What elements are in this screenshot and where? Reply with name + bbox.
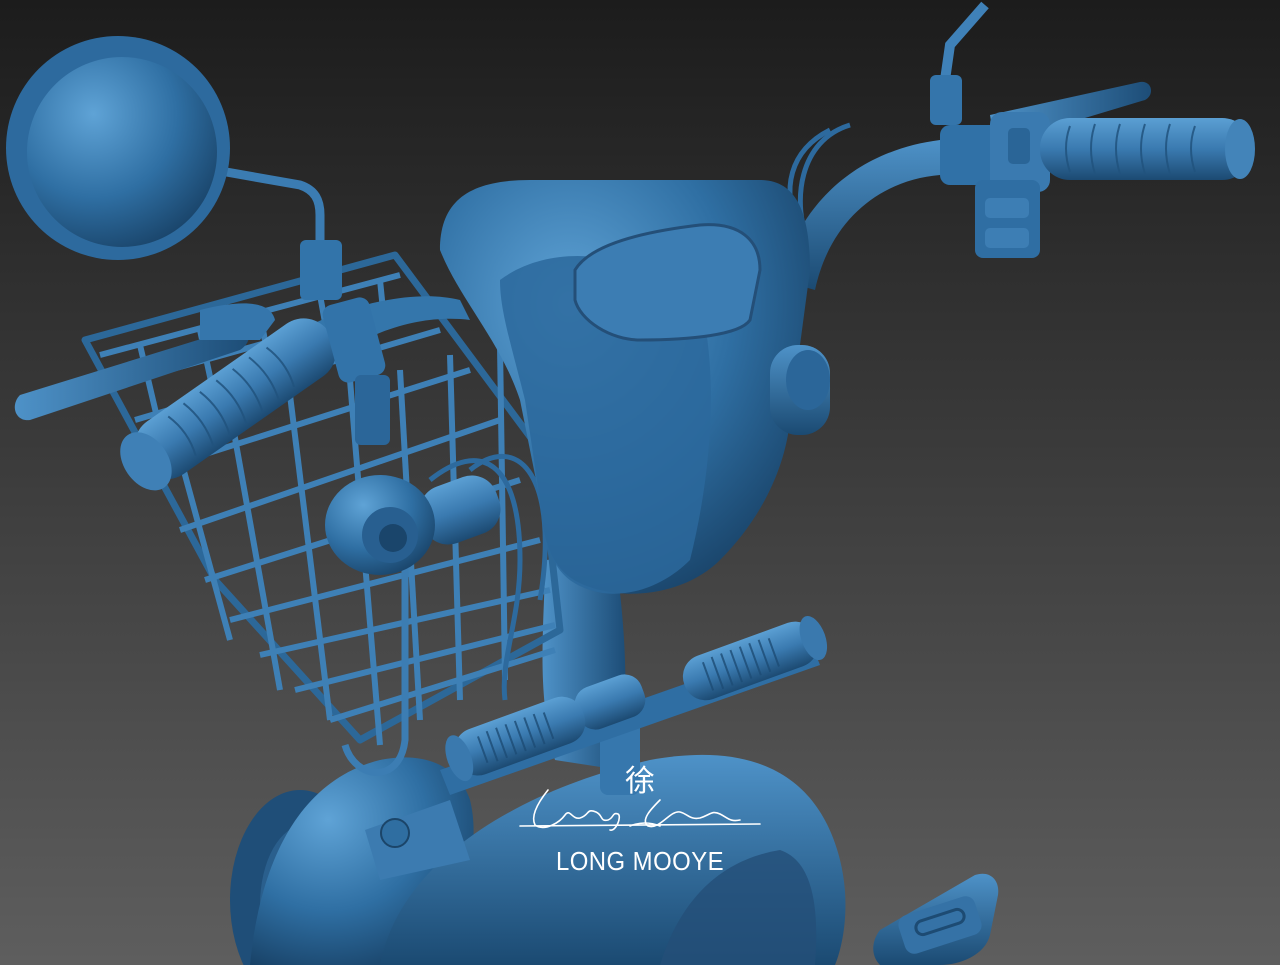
hub-bolt [380, 818, 410, 848]
scooter-render [0, 0, 1280, 965]
watermark-character: 徐 [625, 764, 655, 799]
right-mirror-mount [930, 75, 962, 125]
watermark-name: LONG MOOYE [555, 846, 725, 876]
render-viewport: 徐 LONG MOOYE [0, 0, 1280, 965]
right-indicator [770, 345, 830, 435]
